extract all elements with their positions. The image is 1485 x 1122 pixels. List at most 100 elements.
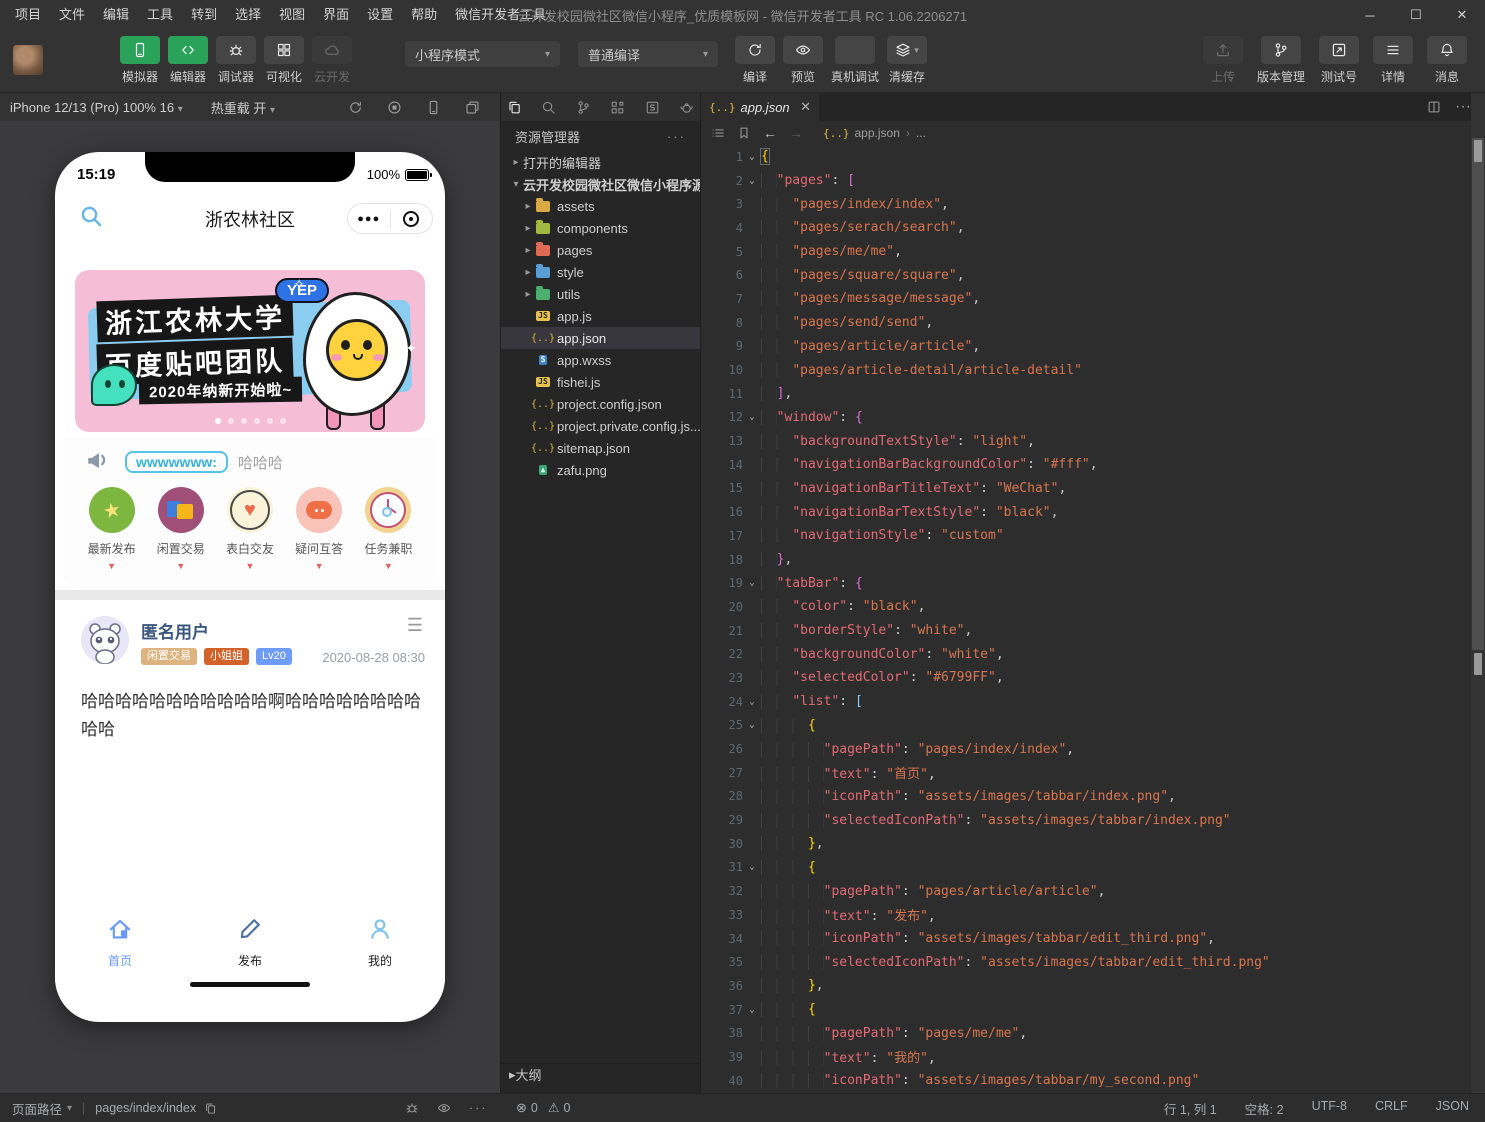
tree-item-utils[interactable]: ▸utils — [501, 283, 700, 305]
statusbar-item[interactable]: 行 1, 列 1 — [1164, 1099, 1217, 1118]
code-line-17[interactable]: 17 "navigationStyle": "custom" — [701, 524, 1471, 548]
fold-chevron-icon[interactable]: ⌄ — [743, 412, 761, 422]
code-line-8[interactable]: 8 "pages/send/send", — [701, 311, 1471, 335]
snippet-icon[interactable] — [645, 100, 660, 115]
code-line-13[interactable]: 13 "backgroundTextStyle": "light", — [701, 429, 1471, 453]
nav-item-表白交友[interactable]: ♥ 表白交友 ▼ — [218, 487, 282, 571]
toolbar-button-编译[interactable]: 编译 — [735, 36, 775, 85]
code-line-18[interactable]: 18 }, — [701, 548, 1471, 572]
menu-工具[interactable]: 工具 — [138, 0, 182, 30]
code-line-33[interactable]: 33 "text": "发布", — [701, 903, 1471, 927]
more-button[interactable]: ●●● — [348, 213, 390, 225]
outline-list-icon[interactable] — [711, 126, 725, 140]
post-avatar[interactable] — [81, 616, 129, 664]
code-line-23[interactable]: 23 "selectedColor": "#6799FF", — [701, 666, 1471, 690]
code-line-31[interactable]: 31⌄ { — [701, 856, 1471, 880]
search-icon[interactable] — [79, 204, 103, 233]
toolbar-button-详情[interactable]: 详情 — [1373, 36, 1413, 85]
menu-编辑[interactable]: 编辑 — [94, 0, 138, 30]
code-line-10[interactable]: 10 "pages/article-detail/article-detail" — [701, 358, 1471, 382]
statusbar-item[interactable]: CRLF — [1375, 1099, 1408, 1118]
toolbar-button-清缓存[interactable]: ▾清缓存 — [887, 36, 927, 85]
toolbar-button-真机调试[interactable]: 真机调试 — [831, 36, 879, 85]
files-icon[interactable] — [507, 100, 522, 115]
code-line-6[interactable]: 6 "pages/square/square", — [701, 263, 1471, 287]
code-line-32[interactable]: 32 "pagePath": "pages/article/article", — [701, 879, 1471, 903]
toolbar-button-版本管理[interactable]: 版本管理 — [1257, 36, 1305, 85]
tree-item-components[interactable]: ▸components — [501, 217, 700, 239]
menu-项目[interactable]: 项目 — [6, 0, 50, 30]
teapot-icon[interactable] — [679, 100, 694, 115]
code-line-37[interactable]: 37⌄ { — [701, 998, 1471, 1022]
code-line-24[interactable]: 24⌄ "list": [ — [701, 690, 1471, 714]
extensions-icon[interactable] — [610, 100, 625, 115]
fold-chevron-icon[interactable]: ⌄ — [743, 152, 761, 162]
debug-icon[interactable] — [405, 1101, 419, 1115]
code-line-27[interactable]: 27 "text": "首页", — [701, 761, 1471, 785]
tree-item-assets[interactable]: ▸assets — [501, 195, 700, 217]
menu-选择[interactable]: 选择 — [226, 0, 270, 30]
code-line-39[interactable]: 39 "text": "我的", — [701, 1045, 1471, 1069]
hot-reload-toggle[interactable]: 热重载 开 ▾ — [211, 98, 275, 117]
editor-scrollbar[interactable] — [1471, 93, 1485, 1093]
post-menu-icon[interactable]: ☰ — [407, 616, 423, 634]
announcement-bar[interactable]: wwwwwww: 哈哈哈 — [85, 447, 283, 477]
post-card[interactable]: 匿名用户 ☰ 闲置交易小姐姐Lv20 2020-08-28 08:30 哈哈哈哈… — [55, 600, 445, 905]
code-line-22[interactable]: 22 "backgroundColor": "white", — [701, 642, 1471, 666]
code-line-29[interactable]: 29 "selectedIconPath": "assets/images/ta… — [701, 808, 1471, 832]
toolbar-button-测试号[interactable]: 测试号 — [1319, 36, 1359, 85]
minimize-button[interactable]: ─ — [1347, 0, 1393, 30]
fold-chevron-icon[interactable]: ⌄ — [743, 578, 761, 588]
code-editor[interactable]: 1⌄{2⌄ "pages": [3 "pages/index/index",4 … — [701, 145, 1471, 1093]
menu-设置[interactable]: 设置 — [358, 0, 402, 30]
maximize-button[interactable]: ☐ — [1393, 0, 1439, 30]
tree-item-pages[interactable]: ▸pages — [501, 239, 700, 261]
fold-chevron-icon[interactable]: ⌄ — [743, 720, 761, 730]
tree-item-app.wxss[interactable]: Sapp.wxss — [501, 349, 700, 371]
code-line-15[interactable]: 15 "navigationBarTitleText": "WeChat", — [701, 477, 1471, 501]
code-line-5[interactable]: 5 "pages/me/me", — [701, 240, 1471, 264]
record-icon[interactable] — [387, 100, 402, 115]
nav-item-最新发布[interactable]: ★ 最新发布 ▼ — [80, 487, 144, 571]
nav-item-任务兼职[interactable]: 任务兼职 ▼ — [356, 487, 420, 571]
git-branch-icon[interactable] — [576, 100, 591, 115]
nav-item-疑问互答[interactable]: 疑问互答 ▼ — [287, 487, 351, 571]
breadcrumb-file[interactable]: app.json — [855, 126, 900, 140]
phone-tab-首页[interactable]: 首页 — [55, 902, 185, 982]
eye-icon[interactable] — [437, 1101, 451, 1115]
toolbar-button-可视化[interactable]: 可视化 — [264, 36, 304, 85]
tree-item-project.private.config.js...[interactable]: {..}project.private.config.js... — [501, 415, 700, 437]
code-line-2[interactable]: 2⌄ "pages": [ — [701, 169, 1471, 193]
tree-item-zafu.png[interactable]: ▲zafu.png — [501, 459, 700, 481]
code-line-16[interactable]: 16 "navigationBarTextStyle": "black", — [701, 500, 1471, 524]
code-line-30[interactable]: 30 }, — [701, 832, 1471, 856]
back-arrow-icon[interactable]: ← — [763, 125, 777, 141]
code-line-4[interactable]: 4 "pages/serach/search", — [701, 216, 1471, 240]
code-line-35[interactable]: 35 "selectedIconPath": "assets/images/ta… — [701, 950, 1471, 974]
page-path-selector[interactable]: 页面路径 ▾ | pages/index/index — [12, 1099, 217, 1118]
menu-界面[interactable]: 界面 — [314, 0, 358, 30]
close-icon[interactable]: ✕ — [800, 99, 811, 115]
fold-chevron-icon[interactable]: ⌄ — [743, 1005, 761, 1015]
menu-文件[interactable]: 文件 — [50, 0, 94, 30]
mode-dropdown[interactable]: 小程序模式 ▾ — [405, 41, 560, 67]
code-line-34[interactable]: 34 "iconPath": "assets/images/tabbar/edi… — [701, 927, 1471, 951]
phone-tab-我的[interactable]: 我的 — [315, 902, 445, 982]
menu-视图[interactable]: 视图 — [270, 0, 314, 30]
tree-item-style[interactable]: ▸style — [501, 261, 700, 283]
toolbar-button-调试器[interactable]: 调试器 — [216, 36, 256, 85]
fold-chevron-icon[interactable]: ⌄ — [743, 862, 761, 872]
more-actions-icon[interactable]: ··· — [667, 129, 686, 144]
fold-chevron-icon[interactable]: ⌄ — [743, 697, 761, 707]
compile-dropdown[interactable]: 普通编译 ▾ — [578, 41, 718, 67]
statusbar-item[interactable]: UTF-8 — [1312, 1099, 1347, 1118]
menu-帮助[interactable]: 帮助 — [402, 0, 446, 30]
code-line-9[interactable]: 9 "pages/article/article", — [701, 335, 1471, 359]
banner-carousel[interactable]: 浙江农林大学 百度贴吧团队 2020年纳新开始啦~ YEP ✦ ✧ — [75, 270, 425, 432]
avatar[interactable] — [13, 45, 43, 75]
code-line-14[interactable]: 14 "navigationBarBackgroundColor": "#fff… — [701, 453, 1471, 477]
code-line-11[interactable]: 11 ], — [701, 382, 1471, 406]
tree-item-app.js[interactable]: JSapp.js — [501, 305, 700, 327]
code-line-28[interactable]: 28 "iconPath": "assets/images/tabbar/ind… — [701, 785, 1471, 809]
split-editor-icon[interactable] — [1427, 100, 1441, 114]
